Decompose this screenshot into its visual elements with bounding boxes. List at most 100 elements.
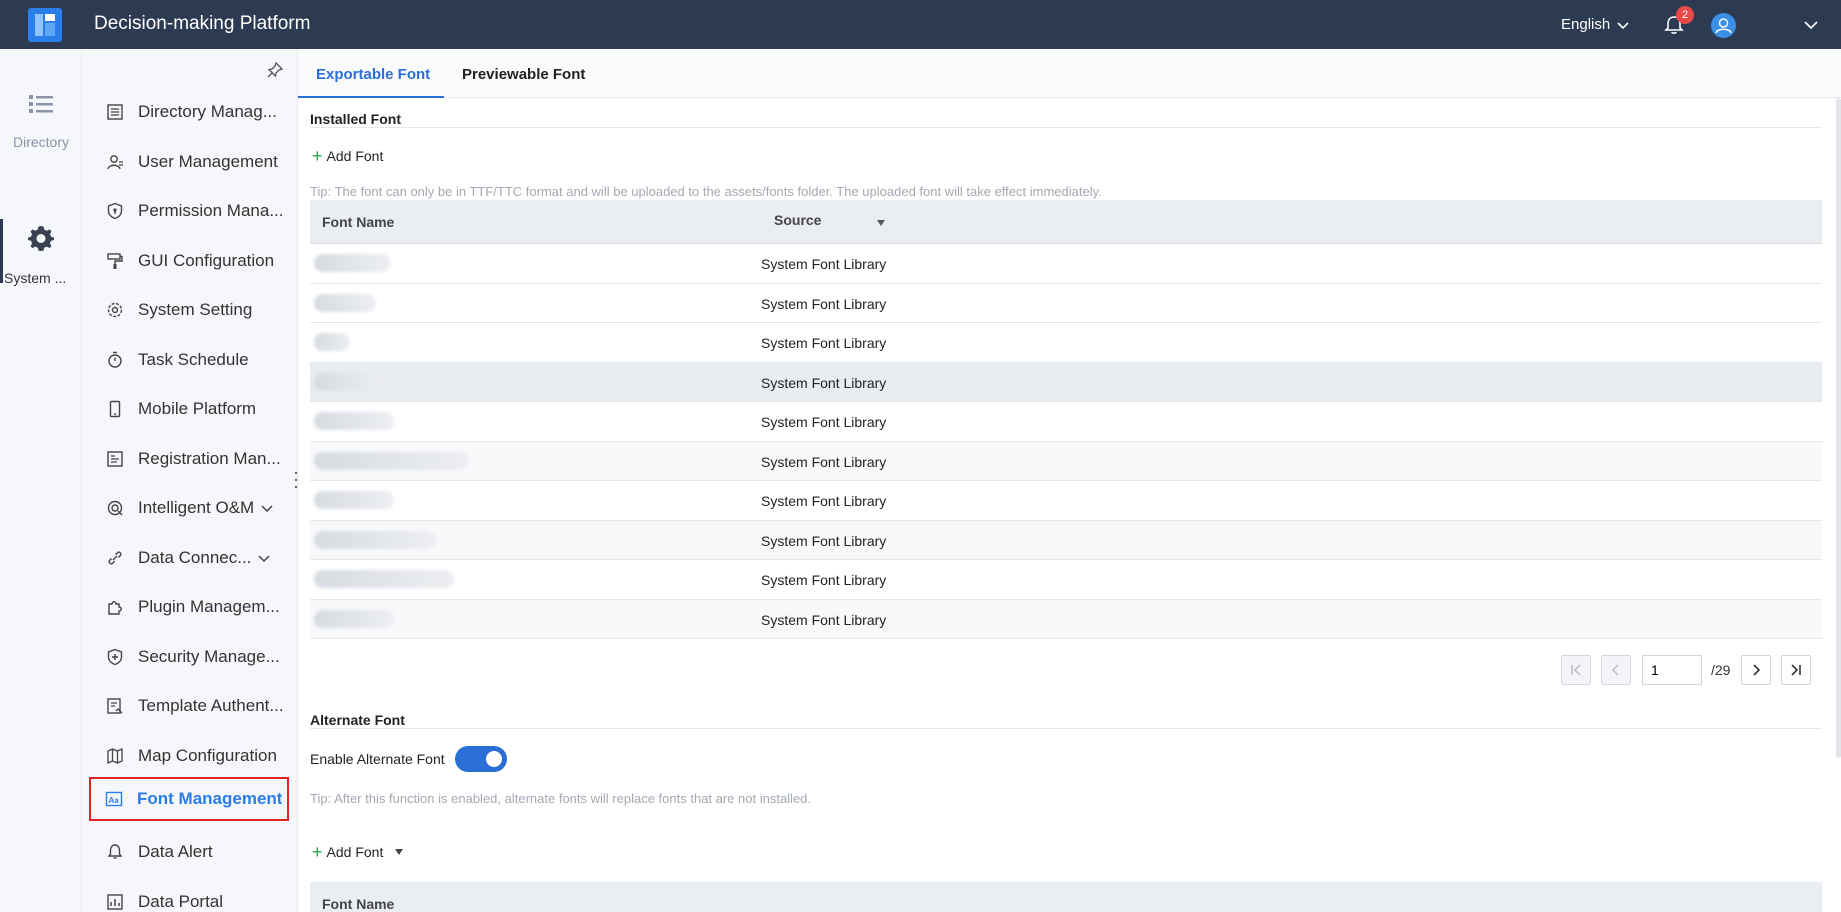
registration-icon bbox=[107, 450, 123, 467]
pin-icon[interactable] bbox=[266, 61, 284, 79]
enable-alternate-font-label: Enable Alternate Font bbox=[310, 751, 445, 767]
prev-page-button[interactable] bbox=[1601, 655, 1631, 685]
sidebar-item-label: User Management bbox=[138, 151, 278, 171]
font-name-redacted bbox=[314, 451, 468, 470]
portal-icon bbox=[107, 893, 123, 910]
source-cell: System Font Library bbox=[761, 493, 887, 509]
add-font-label: Add Font bbox=[326, 148, 384, 164]
mobile-icon bbox=[109, 400, 121, 418]
enable-alternate-font-toggle[interactable] bbox=[455, 746, 507, 772]
sort-down-icon[interactable] bbox=[877, 220, 885, 226]
source-cell: System Font Library bbox=[761, 256, 887, 272]
table-row[interactable]: System Font Library bbox=[310, 599, 1822, 639]
tab-exportable-font[interactable]: Exportable Font bbox=[316, 66, 430, 83]
source-cell: System Font Library bbox=[761, 611, 887, 628]
sidebar-item-data-connection[interactable]: Data Connec... bbox=[92, 539, 288, 577]
puzzle-icon bbox=[108, 601, 122, 615]
account-menu-chevron-icon[interactable] bbox=[1803, 17, 1819, 33]
sidebar-item-directory-management[interactable]: Directory Manag... bbox=[92, 93, 288, 131]
sidebar-item-label: Security Manage... bbox=[138, 646, 280, 666]
chevron-left-icon bbox=[1611, 664, 1619, 676]
user-avatar-icon bbox=[1715, 18, 1732, 34]
sidebar-item-mobile-platform[interactable]: Mobile Platform bbox=[92, 390, 288, 428]
table-row[interactable]: System Font Library bbox=[310, 560, 1822, 600]
first-page-button[interactable] bbox=[1561, 655, 1591, 685]
page-total: /29 bbox=[1711, 662, 1731, 678]
font-name-redacted bbox=[314, 412, 394, 430]
sidebar-item-font-management[interactable]: Aa Font Management bbox=[89, 777, 289, 821]
sidebar-item-template-authentication[interactable]: Template Authent... bbox=[92, 687, 288, 725]
last-page-button[interactable] bbox=[1781, 655, 1811, 685]
rail-item-directory[interactable]: Directory bbox=[0, 93, 82, 150]
caret-down-icon bbox=[395, 849, 404, 855]
sidebar-item-data-alert[interactable]: Data Alert bbox=[92, 833, 288, 871]
divider bbox=[310, 728, 1822, 729]
installed-tip: Tip: The font can only be in TTF/TTC for… bbox=[310, 184, 1102, 199]
gear-icon bbox=[28, 226, 54, 251]
sidebar-item-data-portal[interactable]: Data Portal bbox=[92, 883, 288, 912]
divider bbox=[310, 127, 1822, 128]
installed-font-table: Font Name Source System Font Library Sys… bbox=[310, 200, 1822, 639]
table-row[interactable]: System Font Library bbox=[310, 520, 1822, 560]
sidebar-item-map-configuration[interactable]: Map Configuration bbox=[92, 737, 288, 775]
language-selector[interactable]: English bbox=[1561, 16, 1630, 33]
alternate-table-header: Font Name bbox=[310, 882, 1822, 912]
om-icon bbox=[107, 500, 123, 516]
module-rail: Directory System ... bbox=[0, 49, 82, 912]
font-icon: Aa bbox=[105, 791, 123, 807]
sidebar-item-plugin-management[interactable]: Plugin Managem... bbox=[92, 588, 288, 626]
page-number-input[interactable] bbox=[1642, 655, 1702, 685]
sidebar-item-label: Plugin Managem... bbox=[138, 597, 280, 616]
font-name-redacted bbox=[314, 570, 454, 588]
sidebar-item-system-setting[interactable]: System Setting bbox=[92, 291, 288, 329]
font-name-redacted bbox=[314, 254, 390, 272]
table-row[interactable]: System Font Library bbox=[310, 362, 1822, 402]
font-name-redacted bbox=[314, 609, 394, 628]
source-cell: System Font Library bbox=[761, 335, 887, 351]
main-content: Exportable Font Previewable Font Install… bbox=[298, 49, 1841, 912]
add-font-label: Add Font bbox=[326, 844, 384, 860]
paint-roller-icon bbox=[107, 252, 123, 269]
app-title: Decision-making Platform bbox=[94, 13, 311, 34]
sidebar-item-label: Intelligent O&M bbox=[138, 498, 255, 517]
rail-item-system[interactable]: System ... bbox=[0, 219, 82, 286]
sidebar-item-gui-configuration[interactable]: GUI Configuration bbox=[92, 242, 288, 280]
add-font-button[interactable]: + Add Font bbox=[312, 147, 384, 165]
sidebar-item-security-management[interactable]: Security Manage... bbox=[92, 638, 288, 676]
table-row[interactable]: System Font Library bbox=[310, 283, 1822, 323]
table-row[interactable]: System Font Library bbox=[310, 244, 1822, 284]
table-row[interactable]: System Font Library bbox=[310, 323, 1822, 363]
source-cell: System Font Library bbox=[761, 295, 887, 312]
sidebar-item-permission-management[interactable]: Permission Mana... bbox=[92, 192, 288, 230]
sidebar-item-label: Font Management bbox=[137, 789, 283, 808]
stopwatch-icon bbox=[108, 351, 122, 368]
sidebar-item-registration-management[interactable]: Registration Man... bbox=[92, 440, 288, 478]
alternate-font-title: Alternate Font bbox=[310, 712, 405, 728]
font-name-redacted bbox=[314, 491, 394, 509]
sidebar-item-user-management[interactable]: User Management bbox=[92, 143, 288, 181]
source-cell: System Font Library bbox=[761, 414, 887, 430]
tab-bar: Exportable Font Previewable Font bbox=[298, 49, 1841, 98]
tab-previewable-font[interactable]: Previewable Font bbox=[462, 66, 585, 83]
table-row[interactable]: System Font Library bbox=[310, 441, 1822, 481]
shield-icon bbox=[107, 202, 123, 220]
next-page-button[interactable] bbox=[1741, 655, 1771, 685]
notification-badge: 2 bbox=[1676, 6, 1694, 24]
chevron-down-icon[interactable] bbox=[257, 551, 271, 565]
table-row[interactable]: System Font Library bbox=[310, 481, 1822, 521]
sidebar-item-intelligent-om[interactable]: Intelligent O&M bbox=[92, 489, 288, 527]
font-name-redacted bbox=[314, 530, 436, 549]
sidebar-item-task-schedule[interactable]: Task Schedule bbox=[92, 341, 288, 379]
sidebar-item-label: Template Authent... bbox=[138, 696, 284, 715]
table-row[interactable]: System Font Library bbox=[310, 402, 1822, 442]
add-alternate-font-button[interactable]: + Add Font bbox=[312, 843, 404, 861]
app-logo-icon[interactable] bbox=[28, 8, 62, 42]
chevron-down-icon[interactable] bbox=[260, 501, 274, 515]
sidebar: Directory Manag... User Management Permi… bbox=[82, 49, 298, 912]
vertical-scrollbar[interactable] bbox=[1836, 98, 1841, 758]
table-header: Font Name Source bbox=[310, 200, 1822, 244]
user-avatar[interactable] bbox=[1711, 13, 1736, 38]
column-header-source[interactable]: Source bbox=[774, 212, 821, 228]
source-cell: System Font Library bbox=[761, 374, 887, 391]
installed-font-title: Installed Font bbox=[310, 111, 401, 127]
